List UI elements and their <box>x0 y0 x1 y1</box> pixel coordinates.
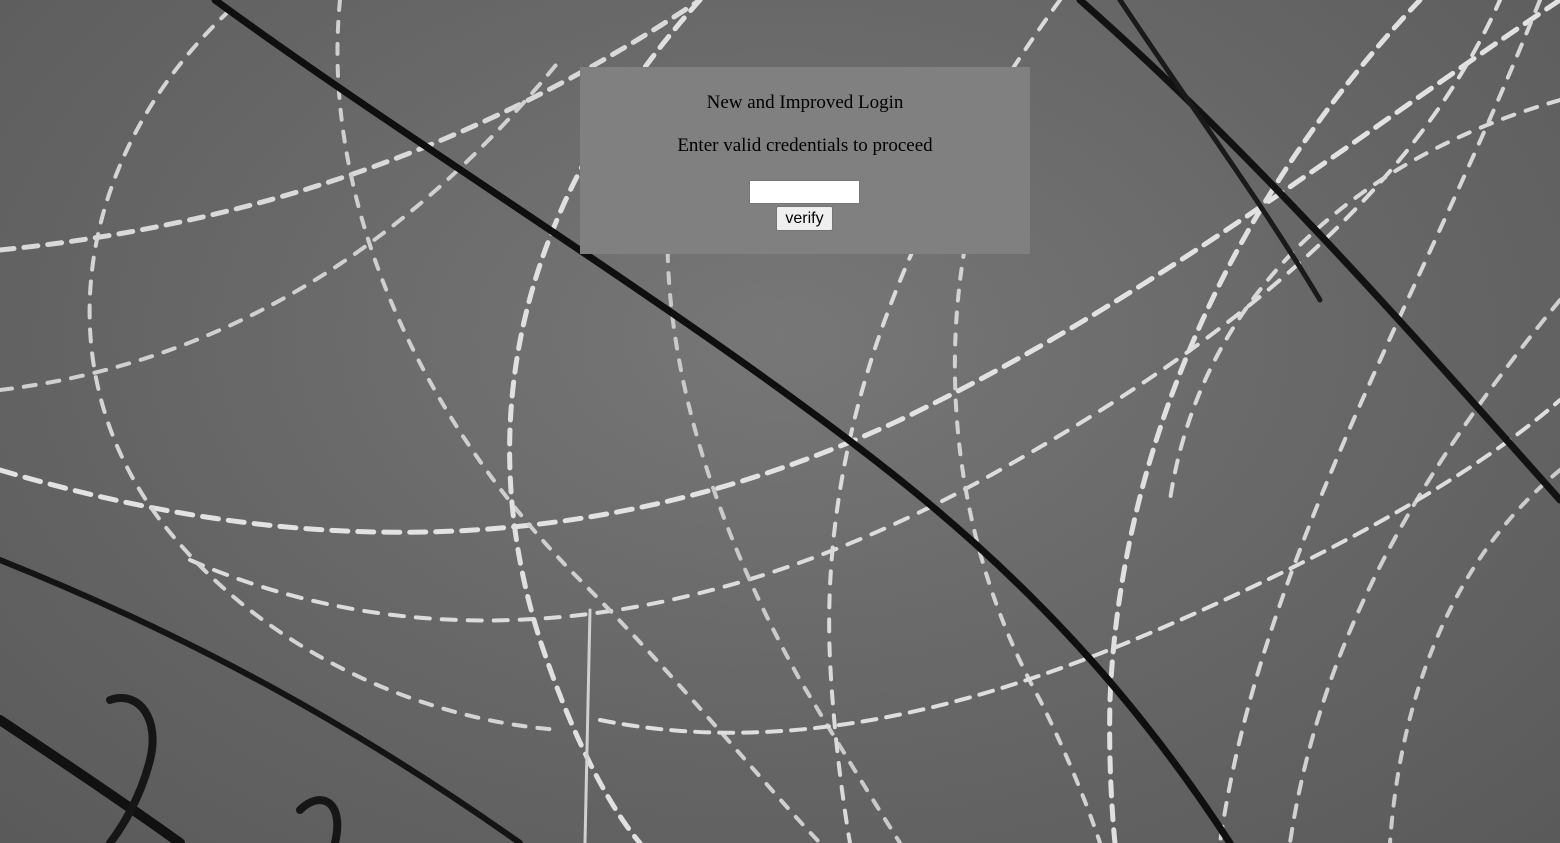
verify-button[interactable]: verify <box>776 206 833 231</box>
login-subtitle: Enter valid credentials to proceed <box>677 135 933 156</box>
login-title: New and Improved Login <box>706 92 904 113</box>
credential-input[interactable] <box>749 180 860 204</box>
login-panel: New and Improved Login Enter valid crede… <box>580 67 1030 254</box>
